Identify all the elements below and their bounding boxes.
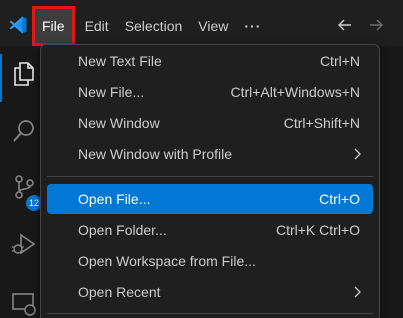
active-indicator <box>0 54 2 102</box>
menu-item-label: Open Workspace from File... <box>78 253 256 269</box>
menu-item-label: New File... <box>78 84 145 100</box>
menu-item-label: New Text File <box>78 53 162 69</box>
menu-item-shortcut: Ctrl+K Ctrl+O <box>275 222 360 238</box>
menu-item-new-text-file[interactable]: New Text File Ctrl+N <box>47 46 373 76</box>
file-menu-dropdown: New Text File Ctrl+N New File... Ctrl+Al… <box>40 44 380 318</box>
menu-view[interactable]: View <box>190 8 236 44</box>
chevron-right-icon <box>354 148 361 160</box>
menu-item-new-window-with-profile[interactable]: New Window with Profile <box>47 139 373 169</box>
menu-item-shortcut: Ctrl+O <box>319 191 360 207</box>
menu-item-new-file[interactable]: New File... Ctrl+Alt+Windows+N <box>47 77 373 107</box>
chevron-right-icon <box>354 286 361 298</box>
menu-bar: File Edit Selection View ··· <box>32 6 269 46</box>
run-debug-icon[interactable] <box>11 232 37 258</box>
menu-item-label: New Window <box>78 115 160 131</box>
title-bar: File Edit Selection View ··· <box>0 0 403 46</box>
menu-file[interactable]: File <box>32 6 75 46</box>
menu-item-open-recent[interactable]: Open Recent <box>47 277 373 307</box>
menu-more[interactable]: ··· <box>236 8 269 44</box>
menu-item-label: New Window with Profile <box>78 146 233 162</box>
menu-item-new-window[interactable]: New Window Ctrl+Shift+N <box>47 108 373 138</box>
menu-item-open-folder[interactable]: Open Folder... Ctrl+K Ctrl+O <box>47 215 373 245</box>
menu-item-open-workspace-from-file[interactable]: Open Workspace from File... <box>47 246 373 276</box>
menu-item-label: Open Recent <box>78 284 161 300</box>
menu-selection[interactable]: Selection <box>117 8 191 44</box>
menu-item-shortcut: Ctrl+Shift+N <box>283 115 360 131</box>
menu-item-shortcut: Ctrl+N <box>319 53 360 69</box>
menu-separator <box>47 176 373 177</box>
vscode-logo-icon <box>9 16 27 34</box>
menu-item-label: Open File... <box>78 191 151 207</box>
menu-item-label: Open Folder... <box>78 222 167 238</box>
menu-item-shortcut: Ctrl+Alt+Windows+N <box>230 84 360 100</box>
back-arrow-icon[interactable] <box>337 17 353 33</box>
remote-explorer-icon[interactable] <box>11 291 37 317</box>
forward-arrow-icon[interactable] <box>368 17 384 33</box>
menu-separator <box>47 313 373 314</box>
menu-edit[interactable]: Edit <box>77 8 117 44</box>
explorer-icon[interactable] <box>11 61 37 87</box>
search-icon[interactable] <box>11 118 37 144</box>
menu-item-open-file[interactable]: Open File... Ctrl+O <box>47 184 373 214</box>
